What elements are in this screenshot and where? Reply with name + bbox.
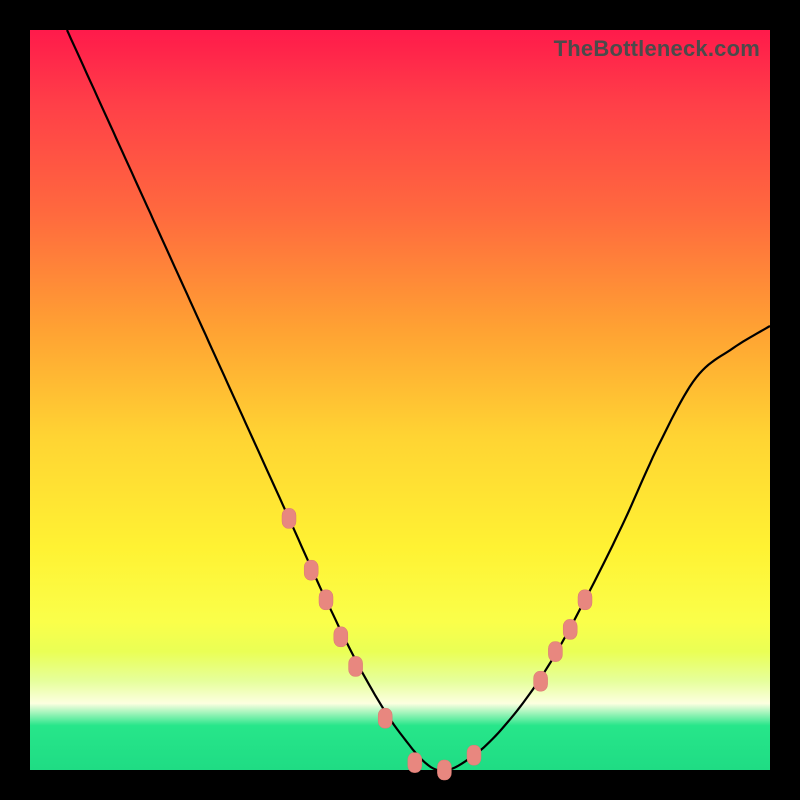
marker-point — [563, 619, 577, 639]
marker-point — [534, 671, 548, 691]
chart-svg — [30, 30, 770, 770]
marker-point — [334, 627, 348, 647]
marker-group — [282, 508, 592, 780]
marker-point — [467, 745, 481, 765]
marker-point — [349, 656, 363, 676]
marker-point — [548, 642, 562, 662]
marker-point — [282, 508, 296, 528]
marker-point — [304, 560, 318, 580]
plot-area: TheBottleneck.com — [30, 30, 770, 770]
chart-frame: TheBottleneck.com — [0, 0, 800, 800]
marker-point — [408, 753, 422, 773]
marker-point — [378, 708, 392, 728]
bottleneck-curve — [67, 30, 770, 771]
marker-point — [437, 760, 451, 780]
marker-point — [319, 590, 333, 610]
marker-point — [578, 590, 592, 610]
